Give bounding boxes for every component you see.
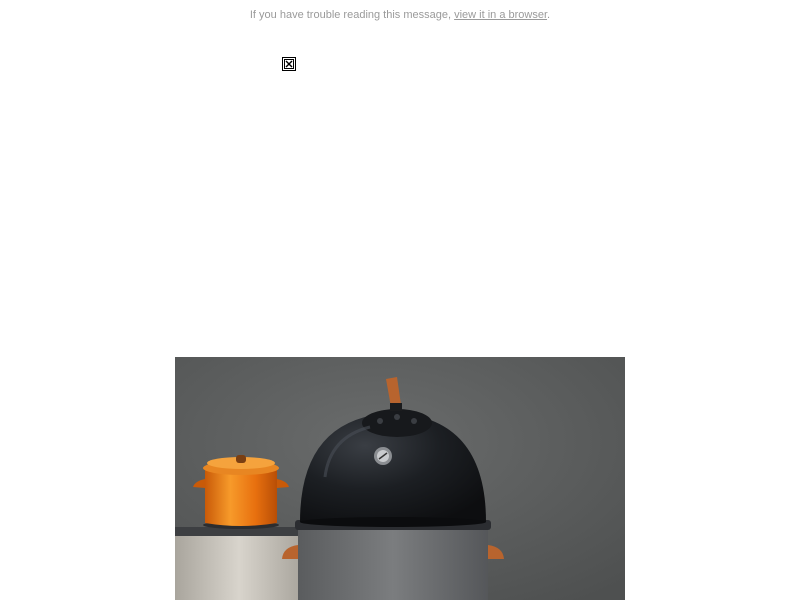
preheader-message: If you have trouble reading this message… [249, 9, 455, 21]
broken-image-icon[interactable] [282, 57, 296, 71]
preheader: If you have trouble reading this message… [0, 8, 800, 22]
email-body: If you have trouble reading this message… [0, 0, 800, 600]
preheader-suffix: . [547, 9, 551, 21]
cookware-photo [175, 357, 625, 600]
view-in-browser-link[interactable]: view it in a browser [454, 9, 547, 21]
hero-image[interactable] [175, 357, 625, 600]
